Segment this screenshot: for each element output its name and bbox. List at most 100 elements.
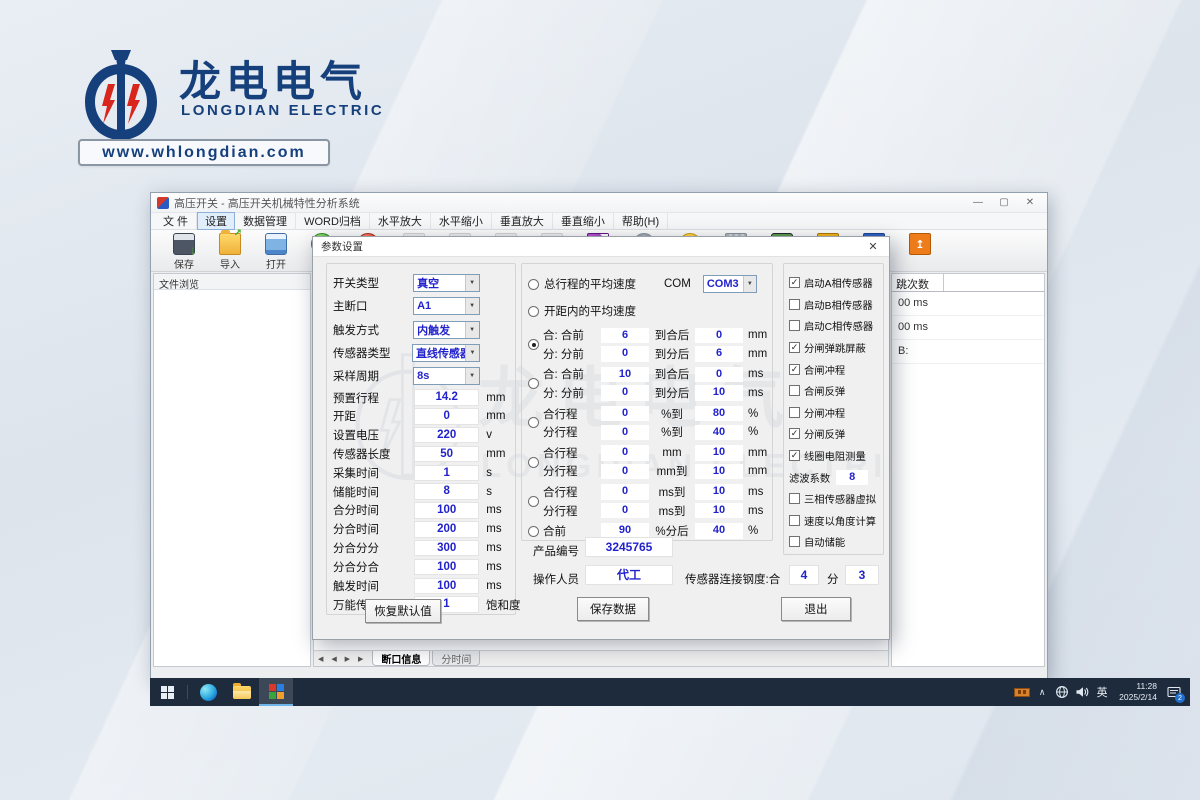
tab-1[interactable]: 分时间: [432, 651, 480, 666]
param-input[interactable]: 200: [414, 521, 479, 538]
param-select[interactable]: 8s▼: [413, 367, 479, 385]
speed-value-input[interactable]: 10: [695, 484, 743, 500]
checkbox[interactable]: [789, 385, 800, 396]
param-select[interactable]: 真空▼: [413, 274, 479, 292]
checkbox[interactable]: [789, 320, 800, 331]
menu-item-2[interactable]: 数据管理: [235, 212, 296, 230]
checkbox[interactable]: ✓: [789, 277, 800, 288]
tab-0[interactable]: 断口信息: [372, 651, 430, 666]
filter-coeff-input[interactable]: 8: [836, 470, 868, 485]
notification-button[interactable]: 2: [1164, 678, 1184, 706]
chevron-down-icon[interactable]: ▼: [465, 345, 479, 361]
save-data-button[interactable]: 保存数据: [577, 597, 649, 621]
checkbox[interactable]: [789, 515, 800, 526]
speed-value-input[interactable]: 0: [601, 385, 649, 401]
checkbox[interactable]: ✓: [789, 428, 800, 439]
tab-nav-arrows[interactable]: ◀ ◀ ▶ ▶: [318, 655, 366, 663]
chevron-down-icon[interactable]: ▼: [465, 322, 479, 338]
speed-radio-1[interactable]: [528, 306, 539, 317]
speed-value-input[interactable]: 6: [695, 346, 743, 362]
speed-value-input[interactable]: 10: [695, 503, 743, 519]
app-taskbar-button[interactable]: [259, 678, 293, 706]
product-no-input[interactable]: 3245765: [585, 537, 673, 557]
network-button[interactable]: [1052, 678, 1072, 706]
dialog-close-button[interactable]: ✕: [865, 240, 881, 253]
menu-item-3[interactable]: WORD归档: [296, 212, 370, 230]
start-button[interactable]: [150, 678, 184, 706]
speed-value-input[interactable]: 80: [695, 406, 743, 422]
checkbox[interactable]: [789, 493, 800, 504]
param-input[interactable]: 14.2: [414, 389, 479, 406]
exit-button[interactable]: 退出: [781, 597, 851, 621]
param-select[interactable]: 直线传感器▼: [412, 344, 480, 362]
speed-value-input[interactable]: 0: [601, 445, 649, 461]
maximize-button[interactable]: ▢: [991, 195, 1017, 211]
param-input[interactable]: 8: [414, 483, 479, 500]
menu-item-4[interactable]: 水平放大: [370, 212, 431, 230]
speed-value-input[interactable]: 10: [695, 385, 743, 401]
checkbox[interactable]: ✓: [789, 342, 800, 353]
speed-radio-7[interactable]: [528, 526, 539, 537]
speed-value-input[interactable]: 10: [695, 464, 743, 480]
com-port-select[interactable]: COM3▼: [703, 275, 757, 293]
speed-value-input[interactable]: 0: [601, 503, 649, 519]
menu-item-0[interactable]: 文 件: [155, 212, 197, 230]
speed-value-input[interactable]: 0: [695, 328, 743, 344]
param-input[interactable]: 220: [414, 427, 479, 444]
table-row[interactable]: 00 ms: [892, 292, 1044, 316]
checkbox[interactable]: [789, 407, 800, 418]
language-indicator[interactable]: 英: [1092, 678, 1112, 706]
dialog-titlebar[interactable]: 参数设置 ✕: [313, 237, 889, 257]
speed-value-input[interactable]: 10: [601, 367, 649, 383]
speed-radio-5[interactable]: [528, 457, 539, 468]
menu-item-1[interactable]: 设置: [197, 212, 235, 230]
close-button[interactable]: ✕: [1017, 195, 1043, 211]
speed-value-input[interactable]: 0: [601, 484, 649, 500]
speed-value-input[interactable]: 0: [601, 346, 649, 362]
speed-radio-0[interactable]: [528, 279, 539, 290]
speed-value-input[interactable]: 0: [601, 425, 649, 441]
param-select[interactable]: A1▼: [413, 297, 479, 315]
stiffness-close-input[interactable]: 4: [789, 565, 819, 585]
speed-value-input[interactable]: 40: [695, 523, 743, 539]
speed-value-input[interactable]: 0: [695, 367, 743, 383]
speed-radio-6[interactable]: [528, 496, 539, 507]
speed-radio-4[interactable]: [528, 417, 539, 428]
table-row[interactable]: 00 ms: [892, 316, 1044, 340]
checkbox[interactable]: ✓: [789, 450, 800, 461]
stiffness-open-input[interactable]: 3: [845, 565, 879, 585]
chevron-down-icon[interactable]: ▼: [465, 275, 479, 291]
speed-value-input[interactable]: 40: [695, 425, 743, 441]
table-row[interactable]: B:: [892, 340, 1044, 364]
checkbox[interactable]: ✓: [789, 364, 800, 375]
speed-radio-3[interactable]: [528, 378, 539, 389]
param-input[interactable]: 100: [414, 559, 479, 576]
speed-radio-2[interactable]: [528, 339, 539, 350]
menu-item-5[interactable]: 水平缩小: [431, 212, 492, 230]
checkbox[interactable]: [789, 299, 800, 310]
param-input[interactable]: 300: [414, 540, 479, 557]
speed-value-input[interactable]: 6: [601, 328, 649, 344]
restore-defaults-button[interactable]: 恢复默认值: [365, 599, 441, 623]
minimize-button[interactable]: —: [965, 195, 991, 211]
tray-app-button[interactable]: [1012, 678, 1032, 706]
speed-value-input[interactable]: 0: [601, 406, 649, 422]
speed-value-input[interactable]: 10: [695, 445, 743, 461]
toolbar-button-save[interactable]: 保存: [161, 232, 207, 271]
operator-input[interactable]: 代工: [585, 565, 673, 585]
param-input[interactable]: 50: [414, 446, 479, 463]
param-input[interactable]: 1: [414, 465, 479, 482]
param-select[interactable]: 内触发▼: [413, 321, 479, 339]
tray-expand-button[interactable]: ∧: [1032, 678, 1052, 706]
file-explorer-button[interactable]: [225, 678, 259, 706]
speed-value-input[interactable]: 0: [601, 464, 649, 480]
volume-button[interactable]: [1072, 678, 1092, 706]
chevron-down-icon[interactable]: ▼: [743, 276, 756, 292]
window-titlebar[interactable]: 高压开关 - 高压开关机械特性分析系统 — ▢ ✕: [151, 193, 1047, 213]
edge-browser-button[interactable]: [191, 678, 225, 706]
chevron-down-icon[interactable]: ▼: [465, 368, 479, 384]
menu-item-6[interactable]: 垂直放大: [492, 212, 553, 230]
toolbar-button-import[interactable]: 导入: [207, 232, 253, 271]
column-header-bounce-count[interactable]: 跳次数: [892, 274, 944, 291]
clock[interactable]: 11:28 2025/2/14: [1112, 681, 1164, 702]
